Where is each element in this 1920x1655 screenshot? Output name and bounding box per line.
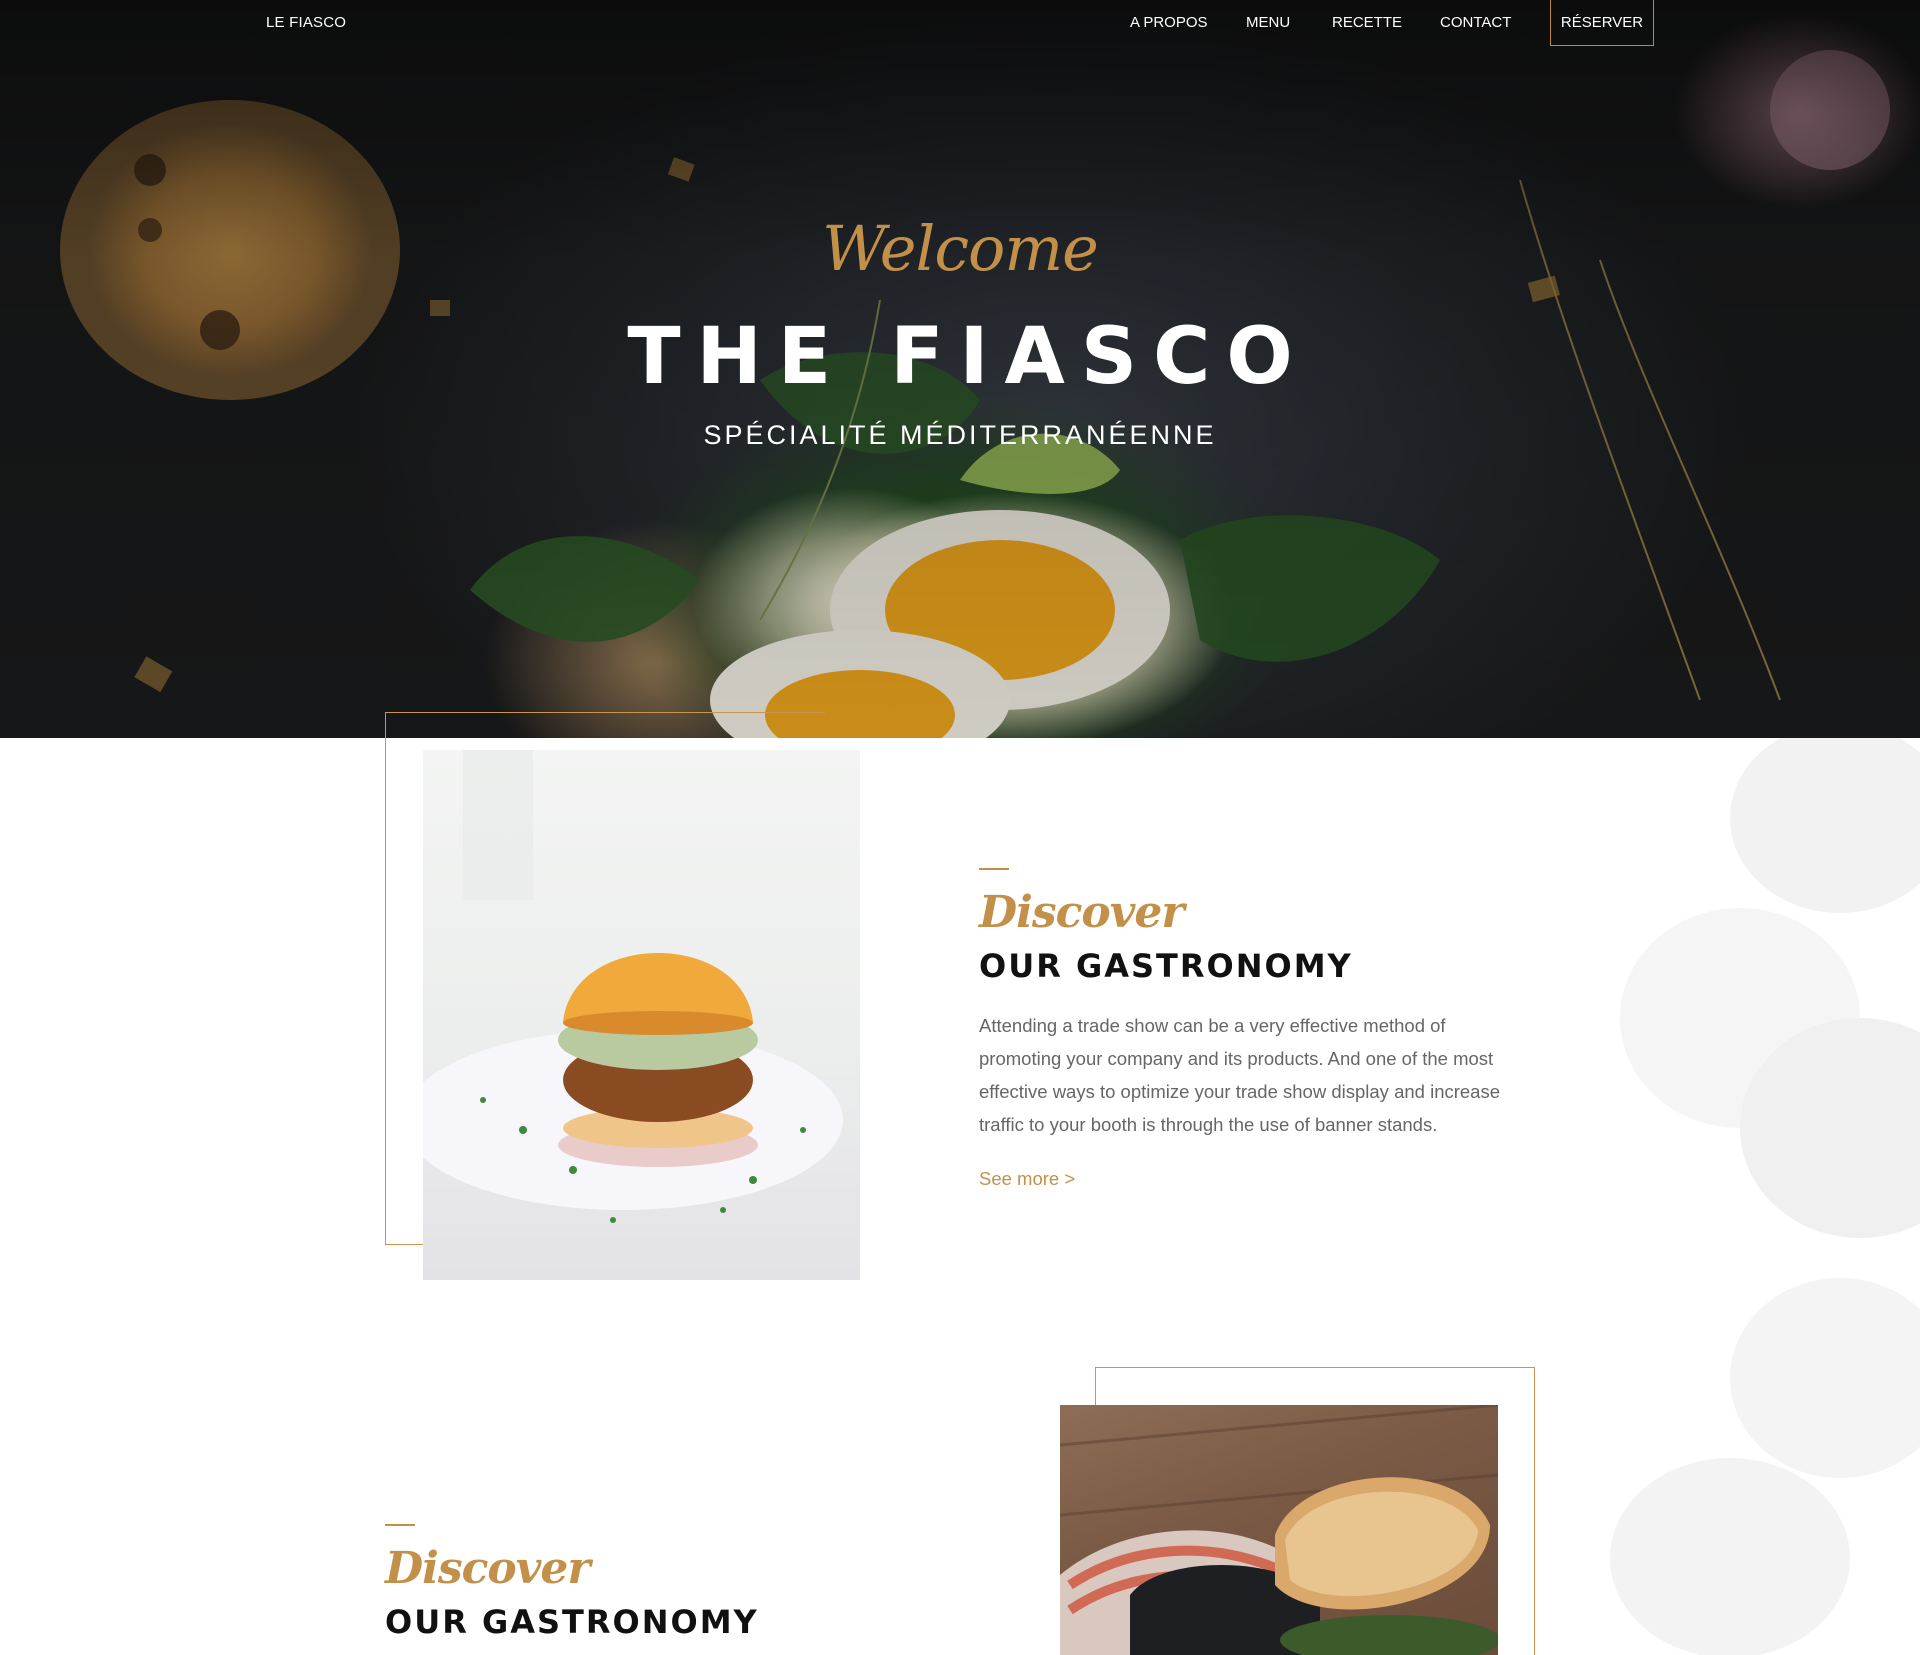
nav-link-contact[interactable]: CONTACT [1440, 14, 1511, 31]
section-accent-line [979, 868, 1009, 870]
top-navigation: LE FIASCO A PROPOS MENU RECETTE CONTACT … [0, 0, 1920, 46]
nav-link-menu[interactable]: MENU [1246, 14, 1290, 31]
hero-script-heading: Welcome [822, 212, 1099, 285]
section-description: Attending a trade show can be a very eff… [979, 1015, 1501, 1135]
section-script-heading: Discover [979, 887, 1185, 938]
reserve-button[interactable]: RÉSERVER [1550, 0, 1654, 46]
image-frame-bottom [385, 1244, 423, 1245]
see-more-link[interactable]: See more > [979, 1168, 1075, 1190]
section-title: OUR GASTRONOMY [385, 1603, 759, 1641]
section-script-heading: Discover [385, 1543, 591, 1594]
hero-subtitle: SPÉCIALITÉ MÉDITERRANÉENNE [703, 420, 1217, 450]
hero-title: THE FIASCO [627, 312, 1309, 402]
section-accent-line [385, 1524, 415, 1526]
toast-photo [1060, 1405, 1498, 1655]
nav-link-recette[interactable]: RECETTE [1332, 14, 1402, 31]
section-title: OUR GASTRONOMY [979, 947, 1353, 985]
brand-logo[interactable]: LE FIASCO [266, 14, 346, 31]
burger-photo [423, 750, 860, 1280]
nav-link-apropos[interactable]: A PROPOS [1130, 14, 1208, 31]
hero-banner: LE FIASCO A PROPOS MENU RECETTE CONTACT … [0, 0, 1920, 738]
background-decoration [1610, 738, 1920, 1655]
